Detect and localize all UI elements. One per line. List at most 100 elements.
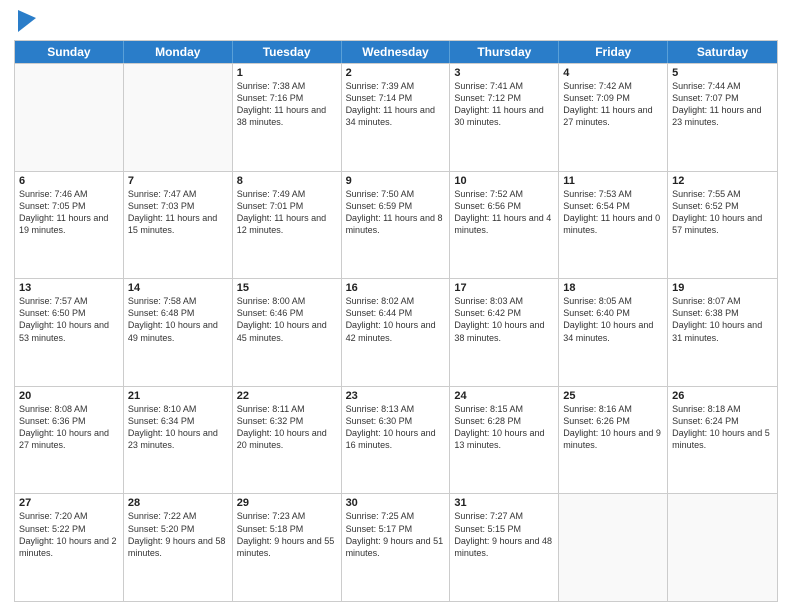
calendar-cell: 30Sunrise: 7:25 AM Sunset: 5:17 PM Dayli… (342, 494, 451, 601)
day-info: Sunrise: 7:42 AM Sunset: 7:09 PM Dayligh… (563, 80, 663, 129)
calendar-cell: 5Sunrise: 7:44 AM Sunset: 7:07 PM Daylig… (668, 64, 777, 171)
day-info: Sunrise: 8:15 AM Sunset: 6:28 PM Dayligh… (454, 403, 554, 452)
day-info: Sunrise: 7:49 AM Sunset: 7:01 PM Dayligh… (237, 188, 337, 237)
calendar-cell (15, 64, 124, 171)
calendar-cell: 14Sunrise: 7:58 AM Sunset: 6:48 PM Dayli… (124, 279, 233, 386)
calendar-cell (559, 494, 668, 601)
day-info: Sunrise: 8:10 AM Sunset: 6:34 PM Dayligh… (128, 403, 228, 452)
calendar-cell: 15Sunrise: 8:00 AM Sunset: 6:46 PM Dayli… (233, 279, 342, 386)
header-day-thursday: Thursday (450, 41, 559, 63)
day-number: 17 (454, 282, 554, 294)
day-number: 22 (237, 390, 337, 402)
day-info: Sunrise: 7:55 AM Sunset: 6:52 PM Dayligh… (672, 188, 773, 237)
calendar-cell: 3Sunrise: 7:41 AM Sunset: 7:12 PM Daylig… (450, 64, 559, 171)
calendar-cell: 18Sunrise: 8:05 AM Sunset: 6:40 PM Dayli… (559, 279, 668, 386)
day-info: Sunrise: 7:50 AM Sunset: 6:59 PM Dayligh… (346, 188, 446, 237)
calendar-cell: 20Sunrise: 8:08 AM Sunset: 6:36 PM Dayli… (15, 387, 124, 494)
day-info: Sunrise: 8:13 AM Sunset: 6:30 PM Dayligh… (346, 403, 446, 452)
day-info: Sunrise: 8:18 AM Sunset: 6:24 PM Dayligh… (672, 403, 773, 452)
day-info: Sunrise: 8:11 AM Sunset: 6:32 PM Dayligh… (237, 403, 337, 452)
calendar-cell: 8Sunrise: 7:49 AM Sunset: 7:01 PM Daylig… (233, 172, 342, 279)
calendar-cell: 29Sunrise: 7:23 AM Sunset: 5:18 PM Dayli… (233, 494, 342, 601)
day-number: 28 (128, 497, 228, 509)
day-info: Sunrise: 7:25 AM Sunset: 5:17 PM Dayligh… (346, 510, 446, 559)
day-number: 18 (563, 282, 663, 294)
day-number: 30 (346, 497, 446, 509)
day-number: 21 (128, 390, 228, 402)
header-day-monday: Monday (124, 41, 233, 63)
day-info: Sunrise: 7:53 AM Sunset: 6:54 PM Dayligh… (563, 188, 663, 237)
day-number: 23 (346, 390, 446, 402)
calendar-cell: 6Sunrise: 7:46 AM Sunset: 7:05 PM Daylig… (15, 172, 124, 279)
day-number: 19 (672, 282, 773, 294)
day-number: 13 (19, 282, 119, 294)
day-number: 10 (454, 175, 554, 187)
day-info: Sunrise: 8:02 AM Sunset: 6:44 PM Dayligh… (346, 295, 446, 344)
day-number: 26 (672, 390, 773, 402)
day-number: 2 (346, 67, 446, 79)
day-info: Sunrise: 7:46 AM Sunset: 7:05 PM Dayligh… (19, 188, 119, 237)
header-day-wednesday: Wednesday (342, 41, 451, 63)
day-info: Sunrise: 7:38 AM Sunset: 7:16 PM Dayligh… (237, 80, 337, 129)
calendar-cell (124, 64, 233, 171)
calendar-cell: 4Sunrise: 7:42 AM Sunset: 7:09 PM Daylig… (559, 64, 668, 171)
day-number: 8 (237, 175, 337, 187)
calendar-cell: 2Sunrise: 7:39 AM Sunset: 7:14 PM Daylig… (342, 64, 451, 171)
calendar-cell: 11Sunrise: 7:53 AM Sunset: 6:54 PM Dayli… (559, 172, 668, 279)
day-number: 31 (454, 497, 554, 509)
day-info: Sunrise: 7:39 AM Sunset: 7:14 PM Dayligh… (346, 80, 446, 129)
header-day-tuesday: Tuesday (233, 41, 342, 63)
calendar-row-3: 20Sunrise: 8:08 AM Sunset: 6:36 PM Dayli… (15, 386, 777, 494)
day-info: Sunrise: 7:23 AM Sunset: 5:18 PM Dayligh… (237, 510, 337, 559)
day-info: Sunrise: 8:03 AM Sunset: 6:42 PM Dayligh… (454, 295, 554, 344)
calendar-cell: 31Sunrise: 7:27 AM Sunset: 5:15 PM Dayli… (450, 494, 559, 601)
day-info: Sunrise: 7:44 AM Sunset: 7:07 PM Dayligh… (672, 80, 773, 129)
calendar-cell: 10Sunrise: 7:52 AM Sunset: 6:56 PM Dayli… (450, 172, 559, 279)
calendar-cell: 17Sunrise: 8:03 AM Sunset: 6:42 PM Dayli… (450, 279, 559, 386)
calendar-cell: 24Sunrise: 8:15 AM Sunset: 6:28 PM Dayli… (450, 387, 559, 494)
calendar-header: SundayMondayTuesdayWednesdayThursdayFrid… (15, 41, 777, 63)
calendar-cell: 22Sunrise: 8:11 AM Sunset: 6:32 PM Dayli… (233, 387, 342, 494)
day-info: Sunrise: 7:47 AM Sunset: 7:03 PM Dayligh… (128, 188, 228, 237)
calendar-cell: 16Sunrise: 8:02 AM Sunset: 6:44 PM Dayli… (342, 279, 451, 386)
day-number: 15 (237, 282, 337, 294)
calendar-cell: 9Sunrise: 7:50 AM Sunset: 6:59 PM Daylig… (342, 172, 451, 279)
page: SundayMondayTuesdayWednesdayThursdayFrid… (0, 0, 792, 612)
calendar-row-0: 1Sunrise: 7:38 AM Sunset: 7:16 PM Daylig… (15, 63, 777, 171)
header-day-sunday: Sunday (15, 41, 124, 63)
day-info: Sunrise: 8:05 AM Sunset: 6:40 PM Dayligh… (563, 295, 663, 344)
day-number: 12 (672, 175, 773, 187)
day-number: 7 (128, 175, 228, 187)
day-number: 27 (19, 497, 119, 509)
logo (14, 10, 36, 32)
day-info: Sunrise: 8:08 AM Sunset: 6:36 PM Dayligh… (19, 403, 119, 452)
day-number: 9 (346, 175, 446, 187)
calendar-cell: 13Sunrise: 7:57 AM Sunset: 6:50 PM Dayli… (15, 279, 124, 386)
day-number: 5 (672, 67, 773, 79)
calendar-cell: 26Sunrise: 8:18 AM Sunset: 6:24 PM Dayli… (668, 387, 777, 494)
header-day-friday: Friday (559, 41, 668, 63)
day-number: 6 (19, 175, 119, 187)
calendar-cell: 1Sunrise: 7:38 AM Sunset: 7:16 PM Daylig… (233, 64, 342, 171)
day-info: Sunrise: 8:00 AM Sunset: 6:46 PM Dayligh… (237, 295, 337, 344)
calendar: SundayMondayTuesdayWednesdayThursdayFrid… (14, 40, 778, 602)
day-number: 24 (454, 390, 554, 402)
day-info: Sunrise: 8:16 AM Sunset: 6:26 PM Dayligh… (563, 403, 663, 452)
calendar-cell: 12Sunrise: 7:55 AM Sunset: 6:52 PM Dayli… (668, 172, 777, 279)
day-info: Sunrise: 7:22 AM Sunset: 5:20 PM Dayligh… (128, 510, 228, 559)
header-day-saturday: Saturday (668, 41, 777, 63)
calendar-cell: 27Sunrise: 7:20 AM Sunset: 5:22 PM Dayli… (15, 494, 124, 601)
day-number: 11 (563, 175, 663, 187)
day-number: 20 (19, 390, 119, 402)
header (14, 10, 778, 32)
logo-icon (18, 10, 36, 32)
day-info: Sunrise: 7:57 AM Sunset: 6:50 PM Dayligh… (19, 295, 119, 344)
calendar-cell (668, 494, 777, 601)
calendar-row-1: 6Sunrise: 7:46 AM Sunset: 7:05 PM Daylig… (15, 171, 777, 279)
day-number: 3 (454, 67, 554, 79)
calendar-row-2: 13Sunrise: 7:57 AM Sunset: 6:50 PM Dayli… (15, 278, 777, 386)
day-number: 25 (563, 390, 663, 402)
day-number: 16 (346, 282, 446, 294)
calendar-cell: 7Sunrise: 7:47 AM Sunset: 7:03 PM Daylig… (124, 172, 233, 279)
day-number: 1 (237, 67, 337, 79)
